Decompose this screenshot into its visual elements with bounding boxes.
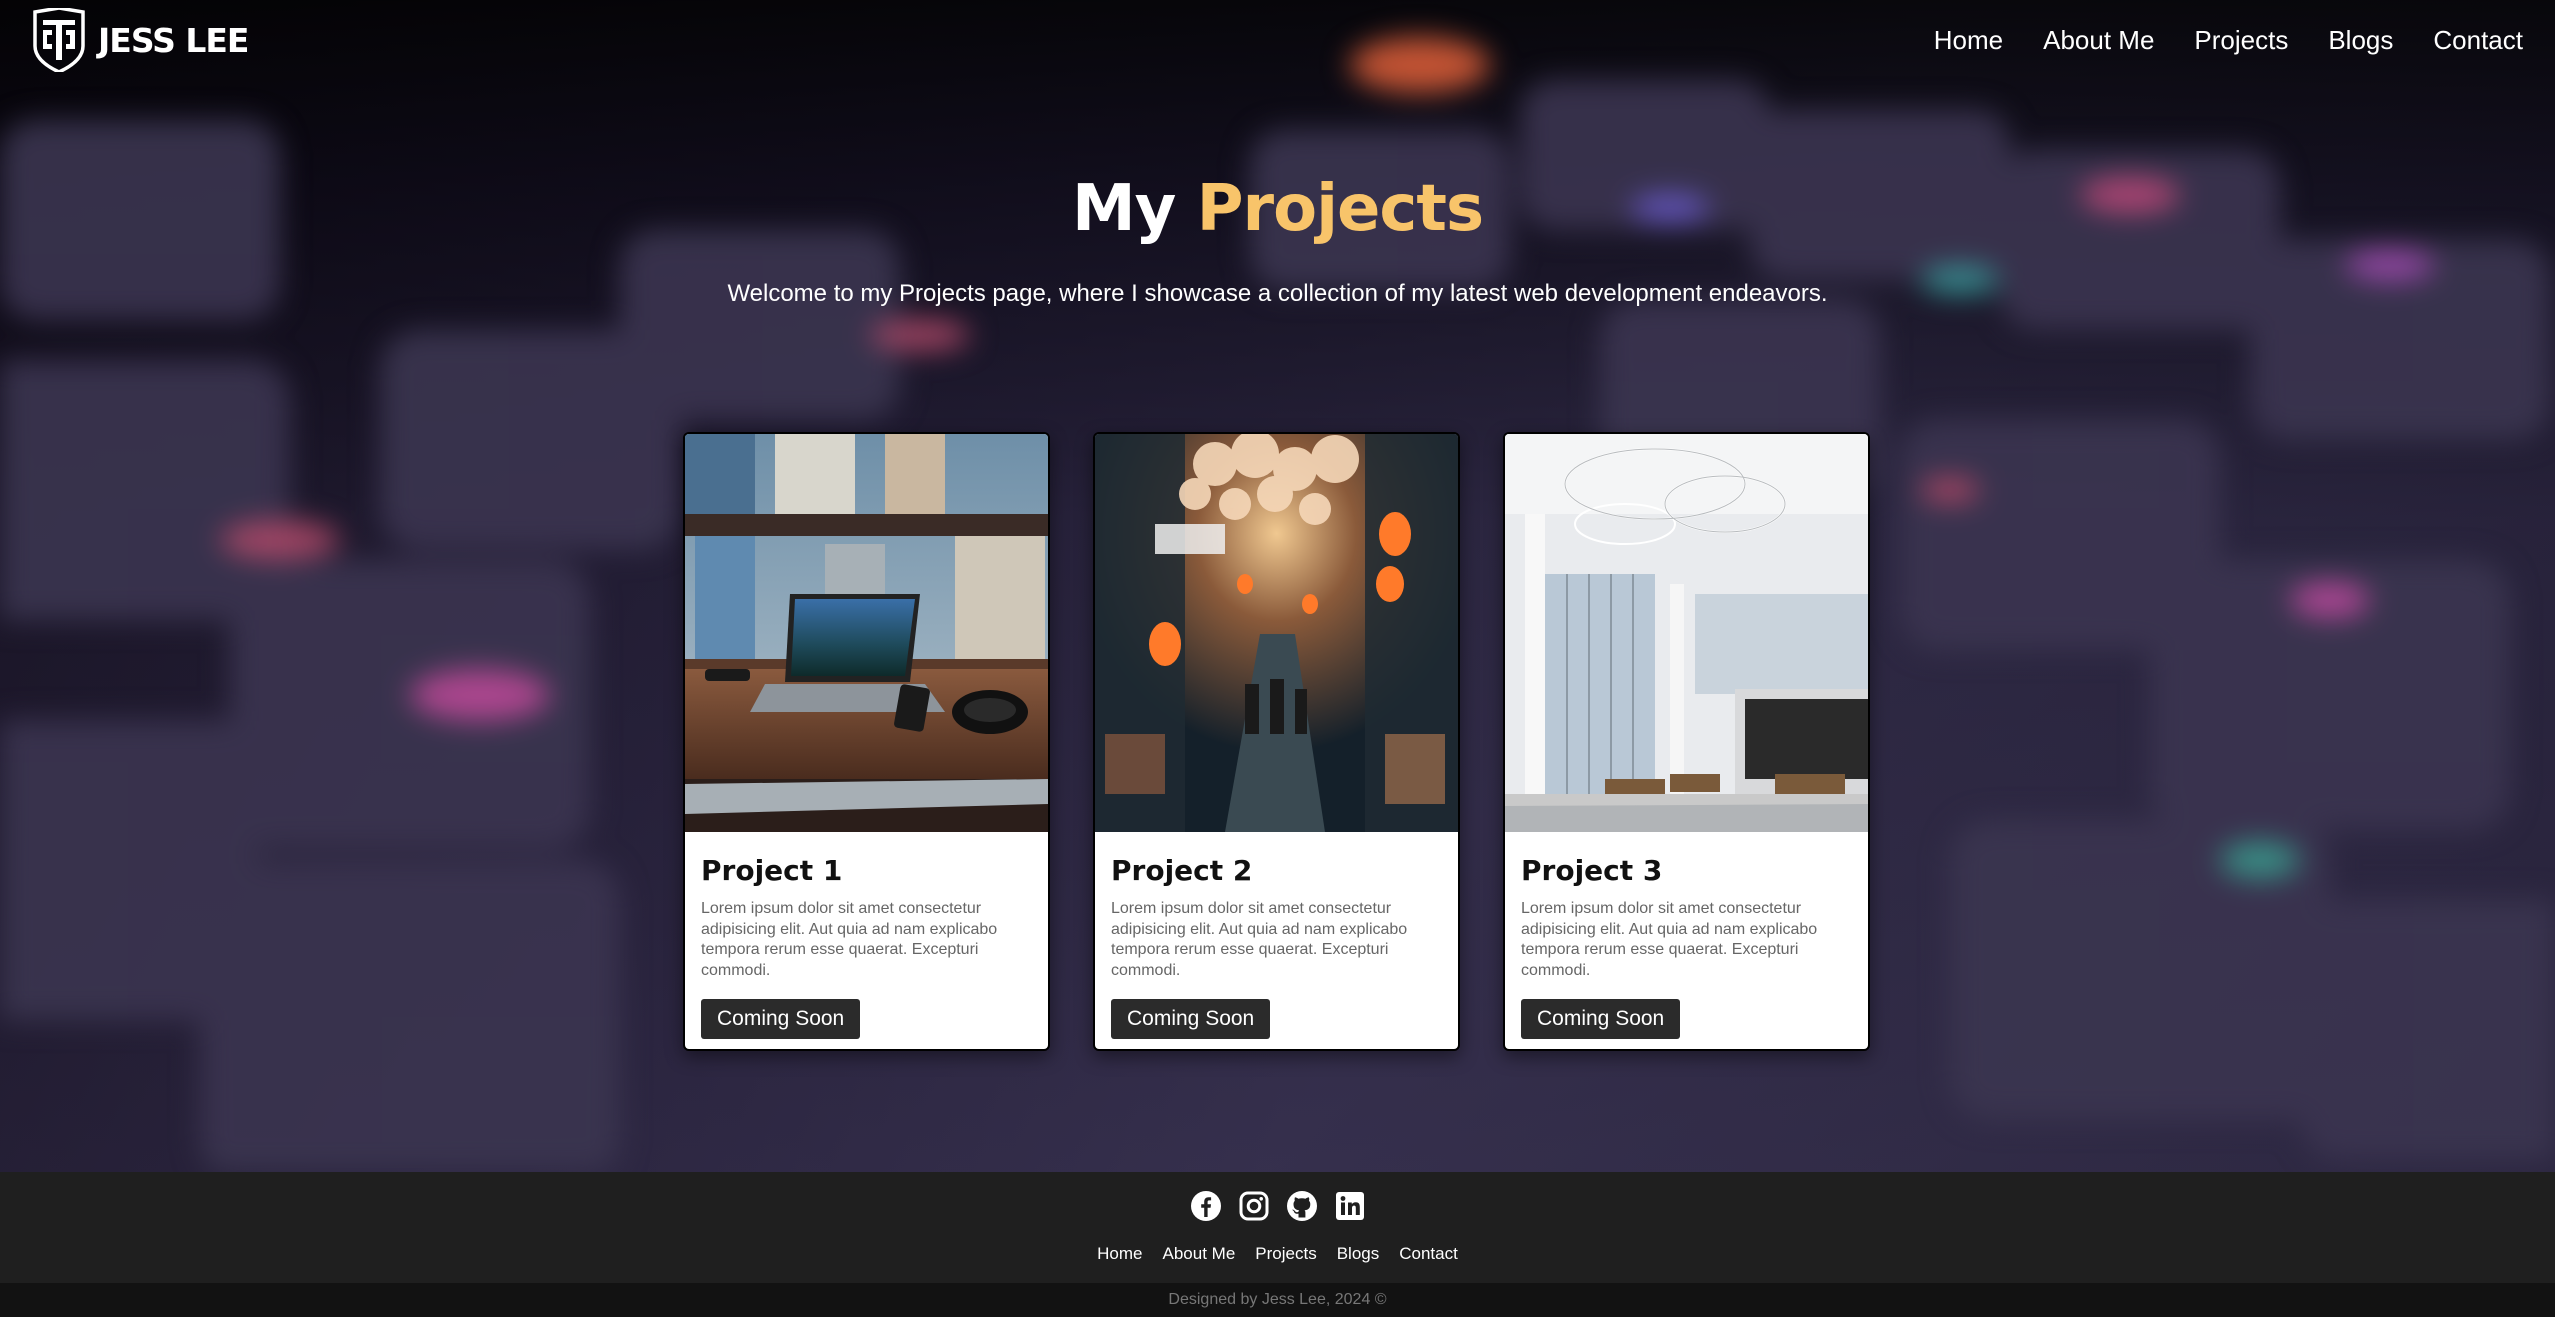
project-card-body: Project 3 Lorem ipsum dolor sit amet con… (1505, 832, 1868, 1049)
project-card: Project 1 Lorem ipsum dolor sit amet con… (683, 432, 1050, 1051)
shield-monogram-icon (33, 8, 85, 72)
laptop-workspace-photo (685, 434, 1048, 832)
page-subtitle: Welcome to my Projects page, where I sho… (727, 280, 1828, 307)
facebook-icon[interactable] (1190, 1190, 1222, 1222)
coming-soon-button[interactable]: Coming Soon (701, 999, 861, 1039)
project-cards: Project 1 Lorem ipsum dolor sit amet con… (683, 432, 1870, 1051)
nav-contact[interactable]: Contact (2433, 25, 2523, 56)
project-card-body: Project 2 Lorem ipsum dolor sit amet con… (1095, 832, 1458, 1049)
brand-name: JESS LEE (98, 20, 249, 60)
site-footer: Home About Me Projects Blogs Contact (0, 1172, 2555, 1283)
project-description: Lorem ipsum dolor sit amet consectetur a… (701, 900, 998, 979)
coming-soon-button[interactable]: Coming Soon (1521, 999, 1681, 1039)
project-title: Project 1 (701, 854, 843, 887)
footer-nav-projects[interactable]: Projects (1255, 1244, 1316, 1264)
modern-interior-photo (1505, 434, 1868, 832)
footer-nav-blogs[interactable]: Blogs (1337, 1244, 1380, 1264)
project-description: Lorem ipsum dolor sit amet consectetur a… (1111, 900, 1408, 979)
footer-nav-contact[interactable]: Contact (1399, 1244, 1458, 1264)
project-card-body: Project 1 Lorem ipsum dolor sit amet con… (685, 832, 1048, 1049)
project-card: Project 2 Lorem ipsum dolor sit amet con… (1093, 432, 1460, 1051)
footer-nav: Home About Me Projects Blogs Contact (0, 1244, 2555, 1264)
nav-blogs[interactable]: Blogs (2328, 25, 2393, 56)
coming-soon-button[interactable]: Coming Soon (1111, 999, 1271, 1039)
footer-nav-about-me[interactable]: About Me (1163, 1244, 1236, 1264)
footer-nav-home[interactable]: Home (1097, 1244, 1142, 1264)
nav-projects[interactable]: Projects (2194, 25, 2288, 56)
nav-about-me[interactable]: About Me (2043, 25, 2154, 56)
project-description: Lorem ipsum dolor sit amet consectetur a… (1521, 900, 1818, 979)
social-links (0, 1190, 2555, 1222)
page-title-part1: My (1071, 172, 1176, 246)
project-card: Project 3 Lorem ipsum dolor sit amet con… (1503, 432, 1870, 1051)
project-title: Project 2 (1111, 854, 1253, 887)
copyright: Designed by Jess Lee, 2024 © (0, 1283, 2555, 1317)
night-alley-lanterns-photo (1095, 434, 1458, 832)
page-title-part2: Projects (1196, 172, 1484, 246)
site-header: JESS LEE Home About Me Projects Blogs Co… (0, 0, 2555, 80)
nav-home[interactable]: Home (1934, 25, 2003, 56)
linkedin-icon[interactable] (1334, 1190, 1366, 1222)
project-title: Project 3 (1521, 854, 1663, 887)
main-nav: Home About Me Projects Blogs Contact (1934, 25, 2523, 56)
page-title: My Projects (0, 172, 2555, 246)
instagram-icon[interactable] (1238, 1190, 1270, 1222)
github-icon[interactable] (1286, 1190, 1318, 1222)
brand[interactable]: JESS LEE (32, 8, 249, 72)
